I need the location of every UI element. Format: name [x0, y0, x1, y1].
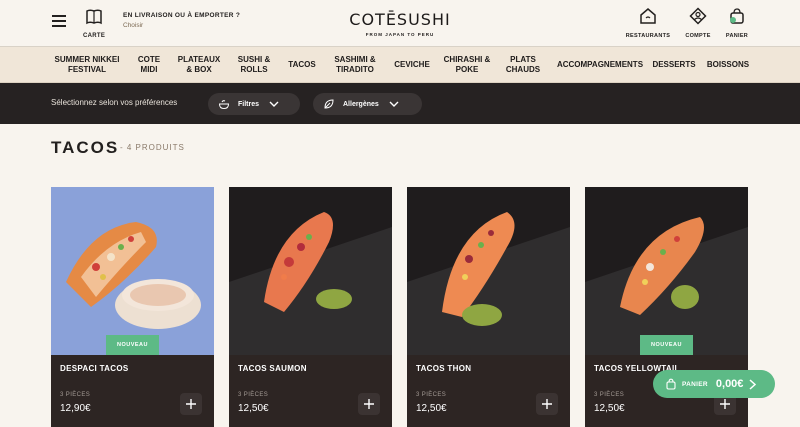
delivery-question: EN LIVRAISON OU À EMPORTER ?: [123, 12, 241, 19]
product-info: TACOS SAUMON 3 PIÈCES 12,50€: [229, 355, 392, 427]
nav-item-tacos[interactable]: TACOS: [284, 47, 320, 83]
category-nav: SUMMER NIKKEI FESTIVAL COTE MIDI PLATEAU…: [0, 47, 800, 83]
bag-icon: [666, 378, 676, 390]
product-card[interactable]: TACOS THON 3 PIÈCES 12,50€: [407, 187, 570, 427]
filter-bar: Sélectionnez selon vos préférences Filtr…: [0, 83, 800, 124]
nav-item-plats-chauds[interactable]: PLATS CHAUDS: [500, 47, 546, 83]
product-quantity: 3 PIÈCES: [238, 392, 269, 398]
plus-icon: [720, 399, 730, 409]
product-image: [229, 187, 392, 355]
house-icon: [640, 8, 656, 24]
allergenes-dropdown[interactable]: Allergènes: [313, 93, 422, 115]
bowl-icon: [218, 100, 230, 110]
book-icon: [86, 9, 102, 25]
allergenes-label: Allergènes: [343, 100, 379, 108]
nav-item-summer-nikkei[interactable]: SUMMER NIKKEI FESTIVAL: [50, 47, 124, 83]
new-badge: NOUVEAU: [640, 335, 693, 355]
account-icon: [689, 7, 707, 25]
compte-button[interactable]: COMPTE: [680, 7, 716, 39]
product-card[interactable]: NOUVEAU DESPACI TACOS 3 PIÈCES 12,90€: [51, 187, 214, 427]
site-header: CARTE EN LIVRAISON OU À EMPORTER ? Chois…: [0, 0, 800, 47]
product-name: DESPACI TACOS: [60, 364, 129, 373]
product-image: [407, 187, 570, 355]
carte-button[interactable]: CARTE: [83, 8, 105, 39]
product-price: 12,50€: [416, 403, 447, 414]
chevron-down-icon: [269, 101, 279, 107]
product-quantity: 3 PIÈCES: [60, 392, 91, 398]
site-logo[interactable]: COTĒSUSHI FROM JAPAN TO PERU: [340, 10, 460, 37]
delivery-choose-link[interactable]: Choisir: [123, 22, 240, 29]
cart-amount: 0,00€: [715, 378, 744, 390]
leaf-icon: [324, 99, 334, 109]
nav-item-sushi-rolls[interactable]: SUSHI & ROLLS: [234, 47, 274, 83]
delivery-selector[interactable]: EN LIVRAISON OU À EMPORTER ? Choisir: [123, 12, 240, 29]
chevron-down-icon: [389, 101, 399, 107]
floating-cart-button[interactable]: PANIER 0,00€: [653, 370, 775, 398]
restaurants-label: RESTAURANTS: [625, 33, 671, 39]
product-image: [585, 187, 748, 355]
new-badge: NOUVEAU: [106, 335, 159, 355]
panier-button[interactable]: PANIER: [720, 7, 754, 39]
nav-item-boissons[interactable]: BOISSONS: [704, 47, 752, 83]
product-info: TACOS THON 3 PIÈCES 12,50€: [407, 355, 570, 427]
product-name: TACOS SAUMON: [238, 364, 307, 373]
filtres-dropdown[interactable]: Filtres: [208, 93, 300, 115]
nav-item-chirashi[interactable]: CHIRASHI & POKE: [440, 47, 494, 83]
carte-label: CARTE: [83, 33, 106, 39]
product-quantity: 3 PIÈCES: [594, 392, 625, 398]
logo-tagline: FROM JAPAN TO PERU: [365, 32, 435, 37]
panier-label: PANIER: [725, 33, 749, 39]
plus-icon: [542, 399, 552, 409]
nav-item-sashimi[interactable]: SASHIMI & TIRADITO: [330, 47, 380, 83]
product-image: [51, 187, 214, 355]
compte-label: COMPTE: [685, 33, 711, 39]
add-to-cart-button[interactable]: [358, 393, 380, 415]
filtres-label: Filtres: [238, 100, 260, 108]
filter-prompt: Sélectionnez selon vos préférences: [51, 98, 178, 107]
add-to-cart-button[interactable]: [180, 393, 202, 415]
nav-item-accompagnements[interactable]: ACCOMPAGNEMENTS: [554, 47, 646, 83]
product-info: DESPACI TACOS 3 PIÈCES 12,90€: [51, 355, 214, 427]
nav-item-desserts[interactable]: DESSERTS: [650, 47, 698, 83]
product-count: - 4 PRODUITS: [120, 143, 185, 152]
plus-icon: [186, 399, 196, 409]
menu-icon[interactable]: [52, 14, 66, 28]
chevron-right-icon: [749, 378, 757, 390]
nav-item-cote-midi[interactable]: COTE MIDI: [133, 47, 165, 83]
product-price: 12,50€: [594, 403, 625, 414]
product-price: 12,90€: [60, 403, 91, 414]
nav-item-plateaux[interactable]: PLATEAUX & BOX: [174, 47, 224, 83]
nav-item-ceviche[interactable]: CEVICHE: [390, 47, 434, 83]
cart-label: PANIER: [682, 380, 708, 388]
section-title: TACOS: [51, 138, 120, 157]
logo-name: COTĒSUSHI: [349, 10, 451, 29]
product-name: TACOS THON: [416, 364, 472, 373]
add-to-cart-button[interactable]: [536, 393, 558, 415]
product-quantity: 3 PIÈCES: [416, 392, 447, 398]
product-card[interactable]: TACOS SAUMON 3 PIÈCES 12,50€: [229, 187, 392, 427]
restaurants-button[interactable]: RESTAURANTS: [622, 7, 674, 39]
bag-icon: [730, 8, 744, 24]
plus-icon: [364, 399, 374, 409]
product-price: 12,50€: [238, 403, 269, 414]
